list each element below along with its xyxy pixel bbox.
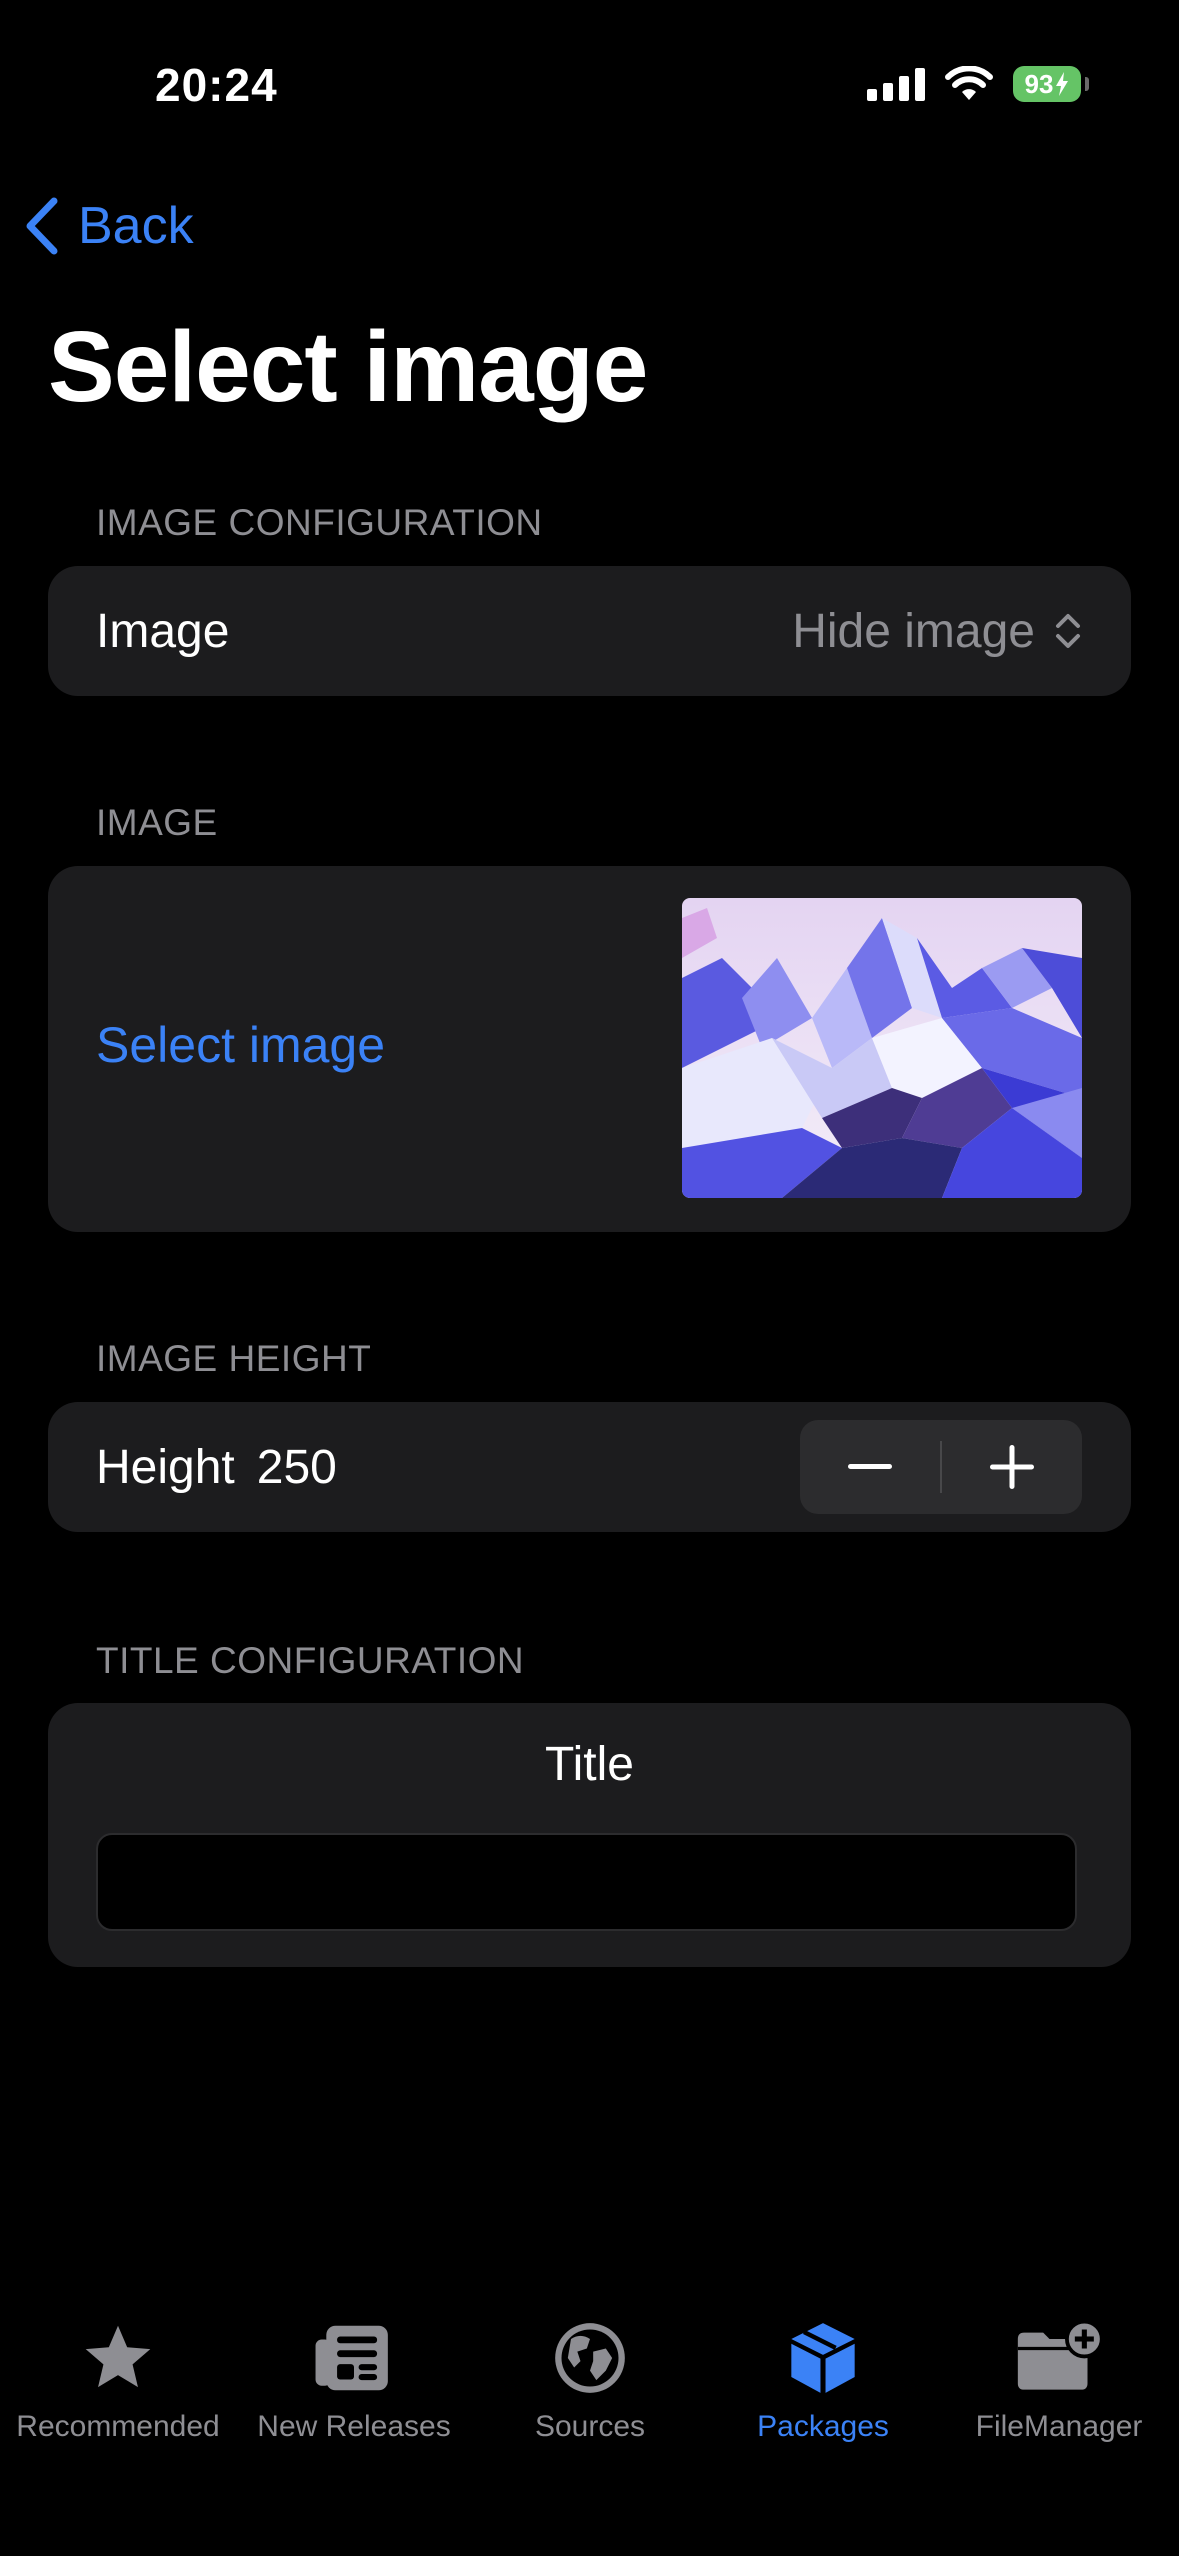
select-image-button[interactable]: Select image [96, 1016, 385, 1074]
title-label: Title [545, 1738, 634, 1791]
section-header-image: IMAGE [96, 802, 218, 843]
battery-icon: 93 [1013, 66, 1089, 102]
tab-label: Recommended [16, 2410, 220, 2443]
page-title: Select image [48, 311, 648, 423]
tab-filemanager[interactable]: FileManager [941, 2320, 1177, 2444]
height-label: Height [96, 1441, 235, 1494]
decrement-button[interactable] [800, 1420, 940, 1514]
tab-label: Packages [757, 2410, 889, 2443]
title-input[interactable] [96, 1833, 1077, 1931]
folder-add-icon [1017, 2320, 1104, 2390]
selected-image-thumbnail[interactable] [682, 898, 1082, 1198]
image-config-card: Image Hide image [48, 566, 1131, 696]
section-header-image-configuration: IMAGE CONFIGURATION [96, 502, 543, 543]
plus-icon [990, 1445, 1034, 1489]
charging-bolt-icon [1056, 72, 1069, 96]
tab-label: Sources [534, 2410, 646, 2443]
tab-recommended[interactable]: Recommended [0, 2320, 236, 2444]
tab-bar: Recommended New Releases Sources Package… [0, 2300, 1179, 2556]
section-header-title-configuration: TITLE CONFIGURATION [96, 1640, 525, 1681]
star-icon [85, 2325, 151, 2388]
increment-button[interactable] [942, 1420, 1082, 1514]
tab-sources[interactable]: Sources [472, 2320, 708, 2444]
chevron-left-icon [26, 197, 58, 255]
tab-label: FileManager [975, 2410, 1143, 2443]
status-time: 20:24 [155, 59, 278, 111]
lowpoly-mountains-image [682, 898, 1082, 1198]
height-value: 250 [256, 1441, 337, 1494]
globe-icon [555, 2323, 625, 2393]
image-card: Select image [48, 866, 1131, 1232]
chevron-up-down-icon [1056, 614, 1080, 648]
title-config-card: Title [48, 1703, 1131, 1967]
tab-packages[interactable]: Packages [705, 2320, 941, 2444]
newspaper-icon [315, 2325, 388, 2391]
image-row-label: Image [96, 605, 230, 658]
image-height-card: Height 250 [48, 1402, 1131, 1532]
back-label: Back [78, 197, 194, 255]
status-icons: 93 [867, 66, 1089, 102]
back-button[interactable]: Back [24, 196, 194, 256]
cellular-signal-icon [867, 67, 925, 101]
image-visibility-picker[interactable]: Hide image [792, 566, 1083, 696]
height-stepper[interactable] [800, 1420, 1082, 1514]
section-header-image-height: IMAGE HEIGHT [96, 1338, 372, 1379]
tab-label: New Releases [257, 2410, 451, 2443]
package-icon [791, 2323, 855, 2393]
picker-value: Hide image [792, 604, 1035, 658]
tab-new-releases[interactable]: New Releases [236, 2320, 472, 2444]
height-row: Height 250 [96, 1440, 337, 1495]
wifi-icon [945, 66, 993, 100]
battery-level: 93 [1024, 68, 1054, 99]
minus-icon [848, 1464, 892, 1469]
